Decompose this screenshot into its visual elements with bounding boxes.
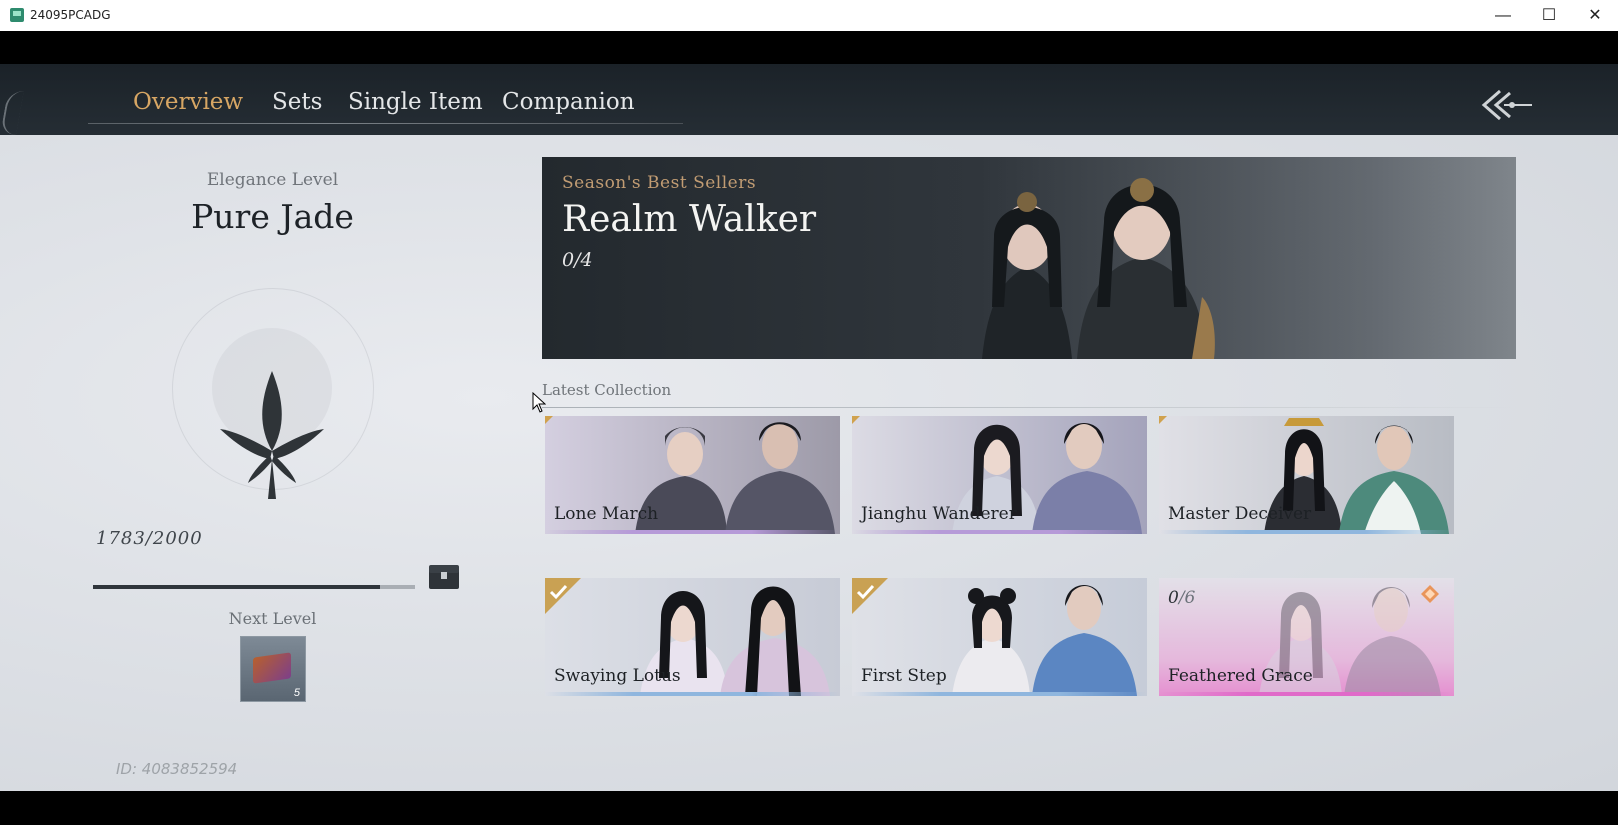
card-name: First Step: [861, 666, 947, 686]
total-count: /6: [1178, 588, 1196, 608]
elegance-level-label: Elegance Level: [206, 170, 339, 190]
collection-card-swaying-lotus[interactable]: Swaying Lotus: [545, 578, 840, 696]
collection-card-master-deceiver[interactable]: Master Deceiver: [1159, 416, 1454, 534]
window-title: 24095PCADG: [30, 8, 111, 22]
maximize-button[interactable]: ☐: [1526, 0, 1572, 31]
reward-count: 5: [293, 687, 300, 699]
tab-single-item[interactable]: Single Item: [348, 89, 483, 115]
window-titlebar: 24095PCADG — ☐ ✕: [0, 0, 1618, 32]
new-marker: [852, 416, 860, 424]
owned-count: 0: [1168, 588, 1179, 608]
collection-card-feathered-grace[interactable]: 0/6 Feathered Grace: [1159, 578, 1454, 696]
tab-divider: [88, 123, 683, 124]
new-marker: [545, 416, 553, 424]
tab-sets[interactable]: Sets: [272, 89, 322, 115]
collection-card-jianghu-wanderer[interactable]: Jianghu Wanderer: [852, 416, 1147, 534]
card-rarity-bar: [1159, 530, 1454, 534]
banner-subtitle: Season's Best Sellers: [562, 173, 757, 193]
owned-check-icon: [545, 578, 581, 614]
banner-title: Realm Walker: [562, 199, 817, 240]
app-icon: [10, 8, 24, 22]
owned-check-icon: [852, 578, 888, 614]
tab-overview[interactable]: Overview: [133, 89, 243, 115]
latest-collection-label: Latest Collection: [542, 381, 672, 399]
elegance-progress-fill: [93, 585, 381, 589]
next-level-reward-item[interactable]: 5: [240, 636, 306, 702]
card-name: Master Deceiver: [1168, 504, 1312, 524]
card-rarity-bar: [545, 692, 840, 696]
card-rarity-bar: [1159, 692, 1454, 696]
reward-chest-icon[interactable]: [428, 564, 460, 590]
gift-box-icon: [253, 652, 291, 684]
featured-banner[interactable]: Season's Best Sellers Realm Walker 0/4: [542, 157, 1516, 359]
card-name: Feathered Grace: [1168, 666, 1313, 686]
elegance-progress-text: 1783/2000: [96, 528, 203, 549]
back-arrow-icon[interactable]: [1478, 85, 1534, 125]
card-rarity-bar: [852, 530, 1147, 534]
new-marker: [1159, 416, 1167, 424]
collection-card-lone-march[interactable]: Lone March: [545, 416, 840, 534]
card-rarity-bar: [545, 530, 840, 534]
section-divider: [542, 407, 1517, 408]
banner-characters-art: [942, 157, 1516, 359]
minimize-button[interactable]: —: [1480, 0, 1526, 31]
diamond-icon: [1421, 585, 1439, 603]
mouse-cursor-icon: [532, 392, 546, 413]
banner-collection-count: 0/4: [562, 249, 593, 271]
card-rarity-bar: [852, 692, 1147, 696]
card-name: Swaying Lotus: [554, 666, 681, 686]
close-button[interactable]: ✕: [1572, 0, 1618, 31]
tab-companion[interactable]: Companion: [502, 89, 635, 115]
next-level-label: Next Level: [228, 609, 317, 628]
elegance-progress-bar: [93, 585, 415, 589]
card-name: Jianghu Wanderer: [861, 504, 1017, 524]
jade-lotus-emblem-icon: [220, 371, 324, 499]
player-id: ID: 4083852594: [116, 760, 238, 778]
game-viewport: Overview Sets Single Item Companion Eleg…: [0, 31, 1618, 791]
collection-progress: 0/6: [1168, 588, 1195, 608]
card-name: Lone March: [554, 504, 659, 524]
collection-card-first-step[interactable]: First Step: [852, 578, 1147, 696]
elegance-level-value: Pure Jade: [191, 197, 354, 236]
